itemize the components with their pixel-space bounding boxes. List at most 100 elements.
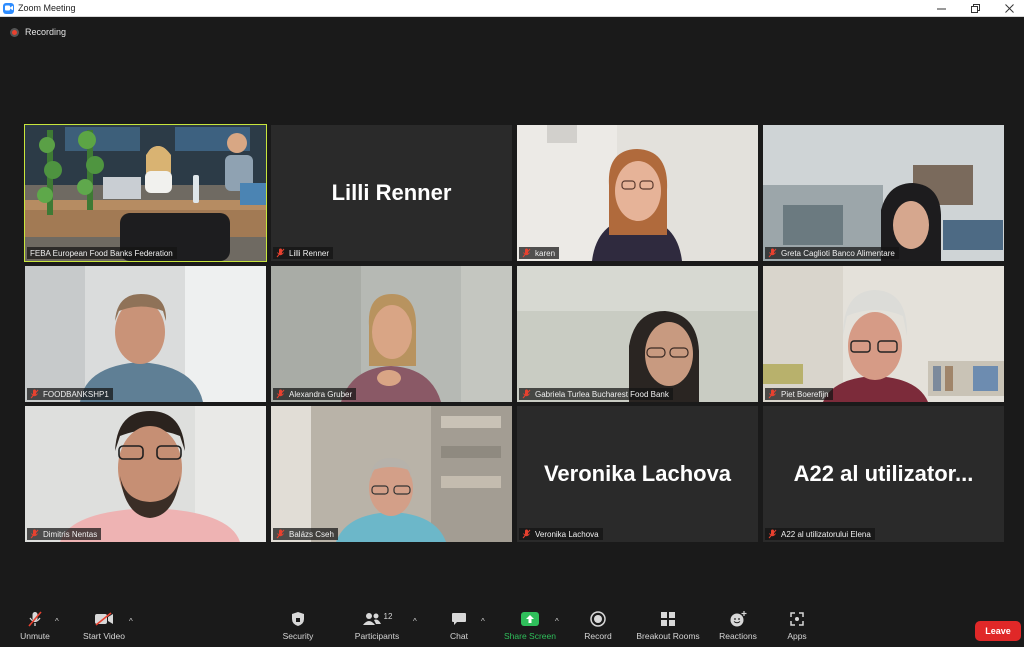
feba-video-feed <box>25 125 266 261</box>
record-label: Record <box>584 631 612 641</box>
video-tile-balazs-cseh[interactable]: Balázs Cseh <box>271 406 512 542</box>
participant-name: Alexandra Gruber <box>289 389 353 399</box>
participant-name: FEBA European Food Banks Federation <box>30 248 173 258</box>
video-tile-veronika-lachova[interactable]: Veronika Lachova Veronika Lachova <box>517 406 758 542</box>
title-bar: Zoom Meeting <box>0 0 1024 17</box>
participant-name: Gabriela Turlea Bucharest Food Bank <box>535 389 669 399</box>
dimitris-video-feed <box>25 406 266 542</box>
video-tile-foodbankshp1[interactable]: FOODBANKSHP1 <box>25 266 266 402</box>
breakout-rooms-button[interactable]: Breakout Rooms <box>632 604 704 647</box>
participant-name-tag: Gabriela Turlea Bucharest Food Bank <box>519 388 673 400</box>
chat-label: Chat <box>450 631 468 641</box>
zoom-logo-icon <box>3 2 14 14</box>
start-video-label: Start Video <box>83 631 125 641</box>
participants-label: Participants <box>354 631 400 641</box>
balazs-video-feed <box>271 406 512 542</box>
gabriela-video-feed <box>517 266 758 402</box>
muted-mic-icon <box>768 248 777 258</box>
participants-options-chevron-icon[interactable]: ^ <box>413 617 417 626</box>
participant-display-name: Veronika Lachova <box>543 461 732 486</box>
unmute-label: Unmute <box>20 631 50 641</box>
video-tile-lilli-renner[interactable]: Lilli Renner Lilli Renner <box>271 125 512 261</box>
record-icon <box>590 604 606 628</box>
video-tile-feba[interactable]: FEBA European Food Banks Federation <box>24 124 267 262</box>
video-options-chevron-icon[interactable]: ^ <box>129 617 133 626</box>
participant-name-tag: Alexandra Gruber <box>273 388 357 400</box>
participant-name-tag: Veronika Lachova <box>519 528 603 540</box>
muted-mic-icon <box>522 389 531 399</box>
participant-name: Lilli Renner <box>289 248 330 258</box>
participant-name-tag: FEBA European Food Banks Federation <box>27 247 177 259</box>
muted-mic-icon <box>276 389 285 399</box>
apps-button[interactable]: Apps <box>782 604 812 647</box>
participant-name-tag: Greta Caglioti Banco Alimentare <box>765 247 899 259</box>
video-tile-dimitris-nentas[interactable]: Dimitris Nentas <box>25 406 266 542</box>
security-label: Security <box>282 631 314 641</box>
share-screen-label: Share Screen <box>504 631 556 641</box>
audio-options-chevron-icon[interactable]: ^ <box>55 617 59 626</box>
record-button[interactable]: Record <box>580 604 616 647</box>
foodbankshp1-video-feed <box>25 266 266 402</box>
participant-name-tag: A22 al utilizatorului Elena <box>765 528 875 540</box>
reactions-button[interactable]: Reactions <box>716 604 760 647</box>
shield-icon <box>291 604 305 628</box>
muted-mic-icon <box>30 389 39 399</box>
participant-name-tag: Piet Boerefijn <box>765 388 833 400</box>
video-tile-gabriela-turlea[interactable]: Gabriela Turlea Bucharest Food Bank <box>517 266 758 402</box>
greta-video-feed <box>763 125 1004 261</box>
security-button[interactable]: Security <box>278 604 318 647</box>
participant-name: Greta Caglioti Banco Alimentare <box>781 248 895 258</box>
meeting-toolbar: Unmute ^ Start Video ^ Security 12 Parti… <box>0 604 1024 647</box>
breakout-rooms-label: Breakout Rooms <box>636 631 700 641</box>
participants-icon <box>362 613 381 625</box>
unmute-button[interactable]: Unmute <box>14 604 56 647</box>
muted-mic-icon <box>768 529 777 539</box>
participant-name: Piet Boerefijn <box>781 389 829 399</box>
video-tile-piet-boerefijn[interactable]: Piet Boerefijn <box>763 266 1004 402</box>
alexandra-video-feed <box>271 266 512 402</box>
participant-name-tag: Balázs Cseh <box>273 528 338 540</box>
apps-label: Apps <box>787 631 807 641</box>
chat-options-chevron-icon[interactable]: ^ <box>481 617 485 626</box>
participant-name: Veronika Lachova <box>535 529 599 539</box>
participant-display-name: Lilli Renner <box>331 180 452 205</box>
muted-mic-icon <box>28 604 42 628</box>
participant-name: karen <box>535 248 556 258</box>
participant-name: A22 al utilizatorului Elena <box>781 529 871 539</box>
participants-button[interactable]: 12 Participants <box>350 604 404 647</box>
muted-mic-icon <box>276 248 285 258</box>
reactions-label: Reactions <box>719 631 757 641</box>
participant-name-tag: Lilli Renner <box>273 247 334 259</box>
muted-mic-icon <box>276 529 285 539</box>
minimize-icon[interactable] <box>924 0 958 17</box>
video-tile-greta-caglioti[interactable]: Greta Caglioti Banco Alimentare <box>763 125 1004 261</box>
close-icon[interactable] <box>992 0 1024 17</box>
muted-mic-icon <box>768 389 777 399</box>
participant-name-tag: Dimitris Nentas <box>27 528 102 540</box>
leave-button[interactable]: Leave <box>975 621 1021 641</box>
breakout-rooms-icon <box>660 604 676 628</box>
karen-video-feed <box>517 125 758 261</box>
video-tile-karen[interactable]: karen <box>517 125 758 261</box>
smiley-icon <box>729 604 747 628</box>
video-tile-alexandra-gruber[interactable]: Alexandra Gruber <box>271 266 512 402</box>
video-tile-a22-elena[interactable]: A22 al utilizator... A22 al utilizatorul… <box>763 406 1004 542</box>
video-off-icon <box>94 604 114 628</box>
share-options-chevron-icon[interactable]: ^ <box>555 617 559 626</box>
participant-name: Balázs Cseh <box>289 529 334 539</box>
chat-button[interactable]: Chat <box>444 604 474 647</box>
start-video-button[interactable]: Start Video <box>78 604 130 647</box>
participant-name: Dimitris Nentas <box>43 529 98 539</box>
participant-name-tag: karen <box>519 247 560 259</box>
piet-video-feed <box>763 266 1004 402</box>
chat-bubble-icon <box>451 604 467 628</box>
muted-mic-icon <box>522 248 531 258</box>
participant-name: FOODBANKSHP1 <box>43 389 109 399</box>
recording-indicator[interactable]: Recording <box>10 27 66 37</box>
apps-icon <box>789 604 805 628</box>
muted-mic-icon <box>522 529 531 539</box>
muted-mic-icon <box>30 529 39 539</box>
share-screen-button[interactable]: Share Screen <box>500 604 560 647</box>
participant-display-name: A22 al utilizator... <box>793 461 974 486</box>
restore-icon[interactable] <box>958 0 992 17</box>
